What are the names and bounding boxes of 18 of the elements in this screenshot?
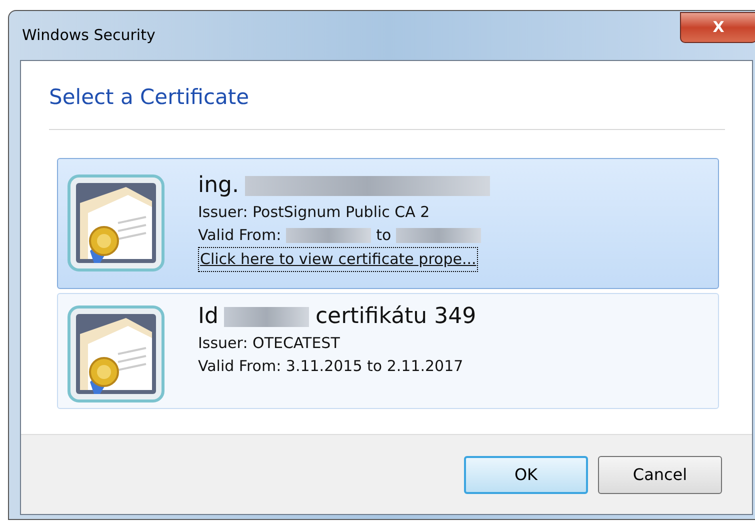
certificate-icon xyxy=(66,173,166,273)
issuer-text: Issuer: OTECATEST xyxy=(198,333,341,354)
certificate-item[interactable]: Id certifikátu 349 Issuer: OTECATEST Valid From: 3.11.2015 to 2.11.2017 xyxy=(57,293,719,409)
issuer-text: Issuer: PostSignum Public CA 2 xyxy=(198,202,431,223)
certificate-item[interactable]: ing. Issuer: PostSignum Public CA 2 Valid From: to Click here to view certificate prope... xyxy=(57,158,719,289)
dialog-heading: Select a Certificate xyxy=(49,87,250,108)
certificate-text: Valid From: xyxy=(198,225,282,246)
certificate-text: to xyxy=(376,225,392,246)
certificate-text: Id xyxy=(198,303,218,331)
close-button[interactable]: X xyxy=(680,12,755,43)
dialog-button[interactable]: Cancel xyxy=(598,456,722,494)
certificate-icon xyxy=(66,304,166,404)
window-title: Windows Security xyxy=(22,25,156,46)
certificate-text: Valid From: 3.11.2015 to 2.11.2017 xyxy=(198,356,464,377)
properties-link[interactable]: Click here to view certificate prope... xyxy=(198,247,478,272)
certificate-text: ing. xyxy=(198,172,240,200)
dialog-button[interactable]: OK xyxy=(464,456,588,494)
certificate-text: certifikátu 349 xyxy=(315,303,476,331)
